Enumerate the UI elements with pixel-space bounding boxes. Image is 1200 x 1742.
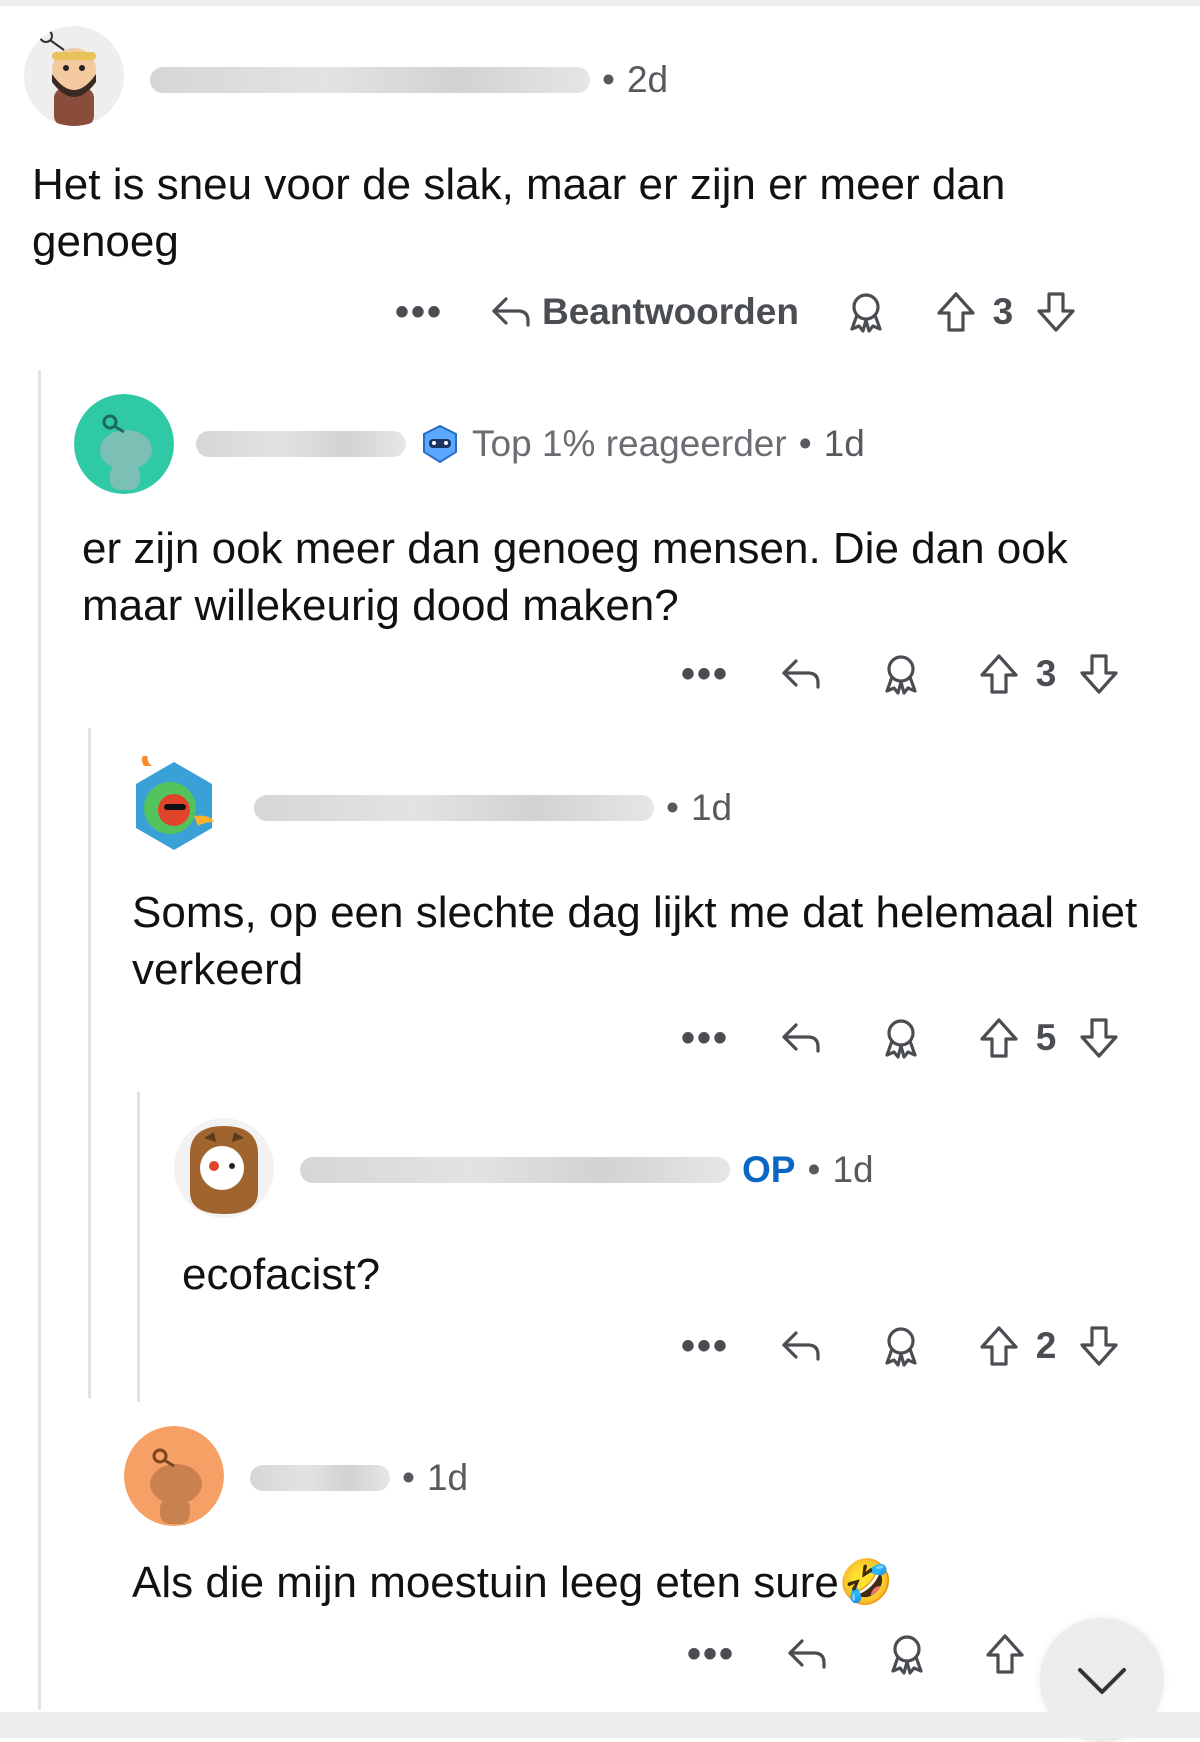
reply-button[interactable] (778, 1015, 824, 1061)
separator-dot: • (798, 423, 812, 464)
op-badge: OP (742, 1149, 796, 1190)
comment-body: Soms, op een slechte dag lijkt me dat he… (132, 888, 1138, 994)
upvote-arrow-icon (980, 654, 1018, 694)
downvote-arrow-icon (1080, 654, 1118, 694)
comment-actions: ••• 3 (676, 644, 1122, 704)
upvote-button[interactable] (976, 1015, 1022, 1061)
upvote-arrow-icon (986, 1634, 1024, 1674)
username-redacted[interactable] (250, 1465, 390, 1491)
username-redacted[interactable] (196, 431, 406, 457)
reply-button[interactable] (784, 1631, 830, 1677)
comment-actions: ••• 2 (676, 1316, 1122, 1376)
award-icon (885, 1019, 917, 1059)
comment-time: 1d (426, 1457, 469, 1498)
reply-arrow-icon (782, 659, 820, 689)
bottom-bar (0, 1712, 1200, 1738)
reply-button[interactable]: Beantwoorden (488, 289, 799, 335)
thread-line-level-2[interactable] (88, 728, 91, 1398)
owl-costume-avatar-icon (174, 1118, 274, 1218)
avatar[interactable] (74, 394, 174, 494)
award-icon (891, 1635, 923, 1675)
top-bar (0, 0, 1200, 6)
username-redacted[interactable] (150, 67, 590, 93)
comment-actions: ••• 5 (676, 1008, 1122, 1068)
more-options-button[interactable]: ••• (676, 1016, 734, 1061)
downvote-button[interactable] (1076, 1015, 1122, 1061)
reply-label: Beantwoorden (542, 291, 799, 332)
award-icon (850, 293, 882, 333)
username-redacted[interactable] (254, 795, 654, 821)
downvote-button[interactable] (1076, 1323, 1122, 1369)
award-button[interactable] (878, 651, 924, 697)
teal-snoo-avatar-icon (74, 394, 174, 494)
more-options-button[interactable]: ••• (390, 290, 448, 335)
reply-arrow-icon (492, 297, 530, 327)
chevron-down-icon (1078, 1668, 1126, 1694)
orange-snoo-avatar-icon (124, 1426, 224, 1526)
separator-dot: • (602, 59, 615, 100)
comment-meta: OP • 1d (300, 1140, 874, 1200)
downvote-button[interactable] (1033, 289, 1079, 335)
comment-body: er zijn ook meer dan genoeg mensen. Die … (82, 524, 1068, 630)
vote-score: 3 (1035, 653, 1057, 694)
reply-arrow-icon (782, 1331, 820, 1361)
thread-line-level-1[interactable] (38, 370, 41, 1710)
comment-body: Het is sneu voor de slak, maar er zijn e… (32, 160, 1006, 266)
reply-arrow-icon (782, 1023, 820, 1053)
comment-time: 1d (690, 787, 733, 828)
reply-button[interactable] (778, 651, 824, 697)
top-commenter-badge-icon (423, 424, 457, 464)
separator-dot: • (666, 787, 679, 828)
comment-body: Als die mijn moestuin leeg eten sure🤣 (132, 1558, 894, 1607)
upvote-arrow-icon (980, 1018, 1018, 1058)
avatar[interactable] (124, 1426, 224, 1526)
avatar[interactable] (24, 26, 124, 126)
downvote-arrow-icon (1037, 292, 1075, 332)
upvote-button[interactable] (976, 651, 1022, 697)
comment-time: 2d (626, 59, 669, 100)
flair-label: Top 1% reageerder (472, 423, 787, 464)
award-icon (885, 1327, 917, 1367)
user-flair: Top 1% reageerder (418, 422, 787, 466)
downvote-arrow-icon (1080, 1326, 1118, 1366)
comment-body: ecofacist? (182, 1250, 381, 1299)
fire-hexagon-avatar-icon (136, 756, 214, 850)
upvote-button[interactable] (976, 1323, 1022, 1369)
comment-actions: ••• (682, 1624, 1028, 1684)
thread-line-level-3[interactable] (137, 1092, 140, 1402)
award-button[interactable] (878, 1323, 924, 1369)
reply-arrow-icon (788, 1639, 826, 1669)
separator-dot: • (402, 1457, 415, 1498)
more-options-button[interactable]: ••• (682, 1632, 740, 1677)
username-redacted[interactable] (300, 1157, 730, 1183)
award-icon (885, 655, 917, 695)
more-options-button[interactable]: ••• (676, 1324, 734, 1369)
more-options-button[interactable]: ••• (676, 652, 734, 697)
upvote-arrow-icon (980, 1326, 1018, 1366)
comment-meta: Top 1% reageerder • 1d (196, 414, 865, 474)
comment-meta: • 2d (150, 50, 668, 110)
vote-score: 3 (992, 291, 1014, 332)
downvote-button[interactable] (1076, 651, 1122, 697)
comment-meta: • 1d (254, 778, 732, 838)
comment-time: 1d (832, 1149, 874, 1190)
vote-score: 2 (1035, 1325, 1057, 1366)
upvote-button[interactable] (982, 1631, 1028, 1677)
award-button[interactable] (878, 1015, 924, 1061)
vote-score: 5 (1035, 1017, 1057, 1058)
avatar[interactable] (174, 1118, 274, 1218)
comment-time: 1d (823, 423, 865, 464)
reply-button[interactable] (778, 1323, 824, 1369)
avatar[interactable] (124, 756, 224, 856)
award-button[interactable] (884, 1631, 930, 1677)
award-button[interactable] (843, 289, 889, 335)
comment-meta: • 1d (250, 1448, 468, 1508)
downvote-arrow-icon (1080, 1018, 1118, 1058)
bearded-man-avatar-icon (24, 26, 124, 126)
comment-actions: ••• Beantwoorden 3 (390, 282, 1079, 342)
separator-dot: • (807, 1149, 821, 1190)
upvote-arrow-icon (937, 292, 975, 332)
upvote-button[interactable] (933, 289, 979, 335)
